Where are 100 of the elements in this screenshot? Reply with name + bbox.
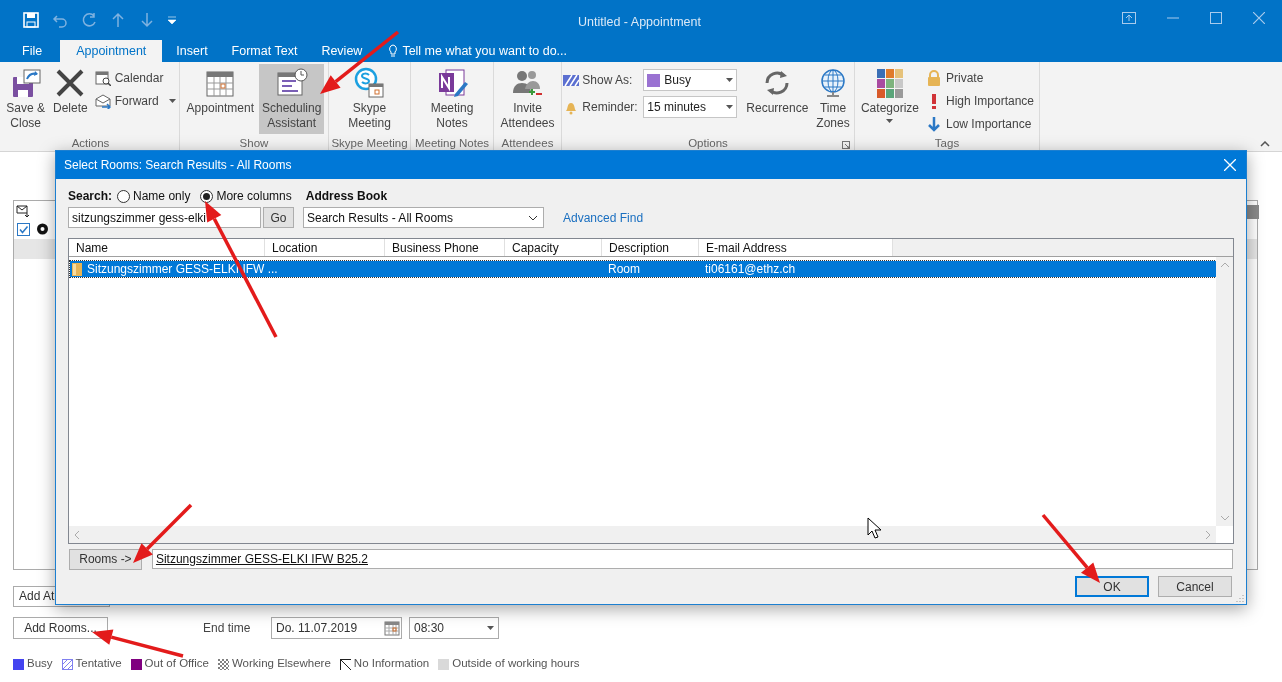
- legend-label: No Information: [353, 656, 430, 672]
- field-label: End time: [203, 619, 252, 637]
- ribbon-button[interactable]: Private: [924, 68, 1037, 88]
- ribbon-button[interactable]: Low Importance: [924, 114, 1037, 134]
- ribbon-tab[interactable]: Insert: [166, 40, 218, 62]
- ribbon-button[interactable]: Categorize: [857, 64, 922, 134]
- column-header[interactable]: Name: [69, 239, 265, 256]
- dropdown-field[interactable]: Busy: [643, 69, 738, 91]
- collapse-caret-icon: [1260, 141, 1270, 147]
- field-label: Show As:: [582, 72, 634, 89]
- column-header[interactable]: Description: [602, 239, 699, 256]
- ribbon-button[interactable]: Time Zones: [813, 64, 853, 134]
- undo-icon: [52, 12, 68, 28]
- ribbon-button[interactable]: Skype Meeting: [345, 64, 394, 134]
- ribbon-tab[interactable]: File: [12, 40, 53, 62]
- ribbon-button[interactable]: Invite Attendees: [497, 64, 558, 134]
- horizontal-scrollbar[interactable]: [69, 526, 1216, 543]
- add-rooms-button[interactable]: Add Rooms...: [13, 616, 108, 639]
- column-header[interactable]: Business Phone: [385, 239, 505, 256]
- dialog-button[interactable]: OK: [1075, 576, 1149, 597]
- grid-header-block: [1247, 205, 1259, 219]
- customize-menu-icon: [168, 16, 176, 24]
- date-field[interactable]: Do. 11.07.2019: [271, 616, 402, 639]
- dialog-launcher-icon[interactable]: [842, 141, 850, 149]
- swatch-icon: [647, 73, 661, 87]
- ribbon-button[interactable]: Appointment: [183, 64, 257, 134]
- scroll-right-icon: [1206, 530, 1211, 539]
- legend-label: Outside of working hours: [452, 656, 580, 672]
- save-icon: [23, 12, 39, 28]
- caret-icon: [487, 625, 494, 630]
- ribbon-button[interactable]: Save & Close: [3, 64, 48, 134]
- ribbon-button[interactable]: Meeting Notes: [427, 64, 477, 134]
- column-header[interactable]: Capacity: [505, 239, 602, 256]
- vertical-scrollbar[interactable]: [1216, 257, 1233, 526]
- table-cell-text: ti06161@ethz.ch: [704, 261, 796, 278]
- dialog-title: Select Rooms: Search Results - All Rooms: [64, 157, 292, 174]
- checkbox-icon: [17, 223, 30, 236]
- legend-label: Out of Office: [144, 656, 209, 672]
- column-header[interactable]: Location: [265, 239, 385, 256]
- ribbon-button[interactable]: Delete: [50, 64, 91, 134]
- radio-button[interactable]: Name only: [117, 187, 191, 205]
- bubble-calendar-icon: [353, 67, 386, 99]
- room-icon: [72, 262, 82, 276]
- maximize-icon: [1210, 12, 1222, 24]
- field-label: Search:: [68, 188, 113, 205]
- lightbulb-icon: [388, 44, 399, 58]
- table-cell-text: Room: [607, 261, 641, 278]
- stripes-icon: [563, 72, 580, 88]
- down-arrow-icon: [926, 116, 942, 132]
- rooms-button[interactable]: Rooms ->: [69, 548, 142, 570]
- ribbon-button[interactable]: Scheduling Assistant: [259, 64, 325, 134]
- ribbon-tab[interactable]: Appointment: [60, 40, 163, 62]
- annotation-arrow: [1041, 513, 1100, 583]
- calendar-icon: [384, 619, 400, 636]
- mouse-pointer-icon: [867, 517, 882, 539]
- ribbon-button[interactable]: Forward: [92, 91, 178, 111]
- legend-label: Working Elsewhere: [231, 656, 331, 672]
- tell-me-field[interactable]: Tell me what you want to do...: [402, 41, 568, 61]
- scroll-down-icon: [1220, 516, 1229, 521]
- close-icon: [1253, 12, 1265, 24]
- group-label: Attendees: [501, 137, 554, 151]
- lock-icon: [926, 70, 942, 86]
- dialog-button[interactable]: Cancel: [1158, 576, 1232, 597]
- group-label: Skype Meeting: [331, 137, 408, 151]
- chevron-down-icon: [528, 214, 538, 221]
- dropdown-field[interactable]: 15 minutes: [643, 96, 738, 118]
- search-field[interactable]: sitzungszimmer gess-elki: [68, 207, 261, 228]
- ribbon-display-icon: [1122, 12, 1136, 24]
- rooms-field[interactable]: Sitzungszimmer GESS-ELKI IFW B25.2: [151, 549, 1233, 569]
- ribbon-button[interactable]: Recurrence: [743, 64, 812, 134]
- address-book-dropdown[interactable]: Search Results - All Rooms: [303, 207, 544, 228]
- group-label: Options: [688, 137, 728, 151]
- ribbon-button[interactable]: High Importance: [924, 91, 1037, 111]
- group-label: Actions: [71, 137, 110, 151]
- scroll-up-icon: [1220, 262, 1229, 267]
- radio-button[interactable]: More columns: [200, 187, 292, 205]
- calendar-clock-icon: [275, 67, 308, 99]
- redo-icon: [81, 12, 97, 28]
- ribbon-tab[interactable]: Review: [311, 40, 373, 62]
- scroll-left-icon: [74, 530, 79, 539]
- envelope-icon: [16, 204, 30, 218]
- result-row[interactable]: Sitzungszimmer GESS-ELKI IFW ... Room ti06161@ethz.ch: [70, 261, 1216, 277]
- down-arrow-icon: [139, 12, 155, 28]
- close-icon: [1224, 159, 1236, 171]
- envelope-arrow-icon: [94, 93, 111, 109]
- time-dropdown[interactable]: 08:30: [409, 616, 499, 639]
- advanced-find-link[interactable]: Advanced Find: [563, 208, 644, 227]
- legend-label: Tentative: [75, 656, 122, 672]
- group-label: Tags: [934, 137, 960, 151]
- column-header[interactable]: E-mail Address: [699, 239, 893, 256]
- field-label: Reminder:: [582, 99, 639, 116]
- up-arrow-icon: [110, 12, 126, 28]
- ribbon-tab[interactable]: Format Text: [221, 40, 308, 62]
- caret-icon: [726, 78, 734, 82]
- calendar-search-icon: [94, 70, 111, 86]
- caret-icon: [726, 105, 734, 109]
- notebook-pen-icon: [436, 67, 468, 99]
- go-button[interactable]: Go: [263, 207, 294, 228]
- ribbon-button[interactable]: Calendar: [92, 68, 178, 88]
- group-label: Show: [239, 137, 269, 151]
